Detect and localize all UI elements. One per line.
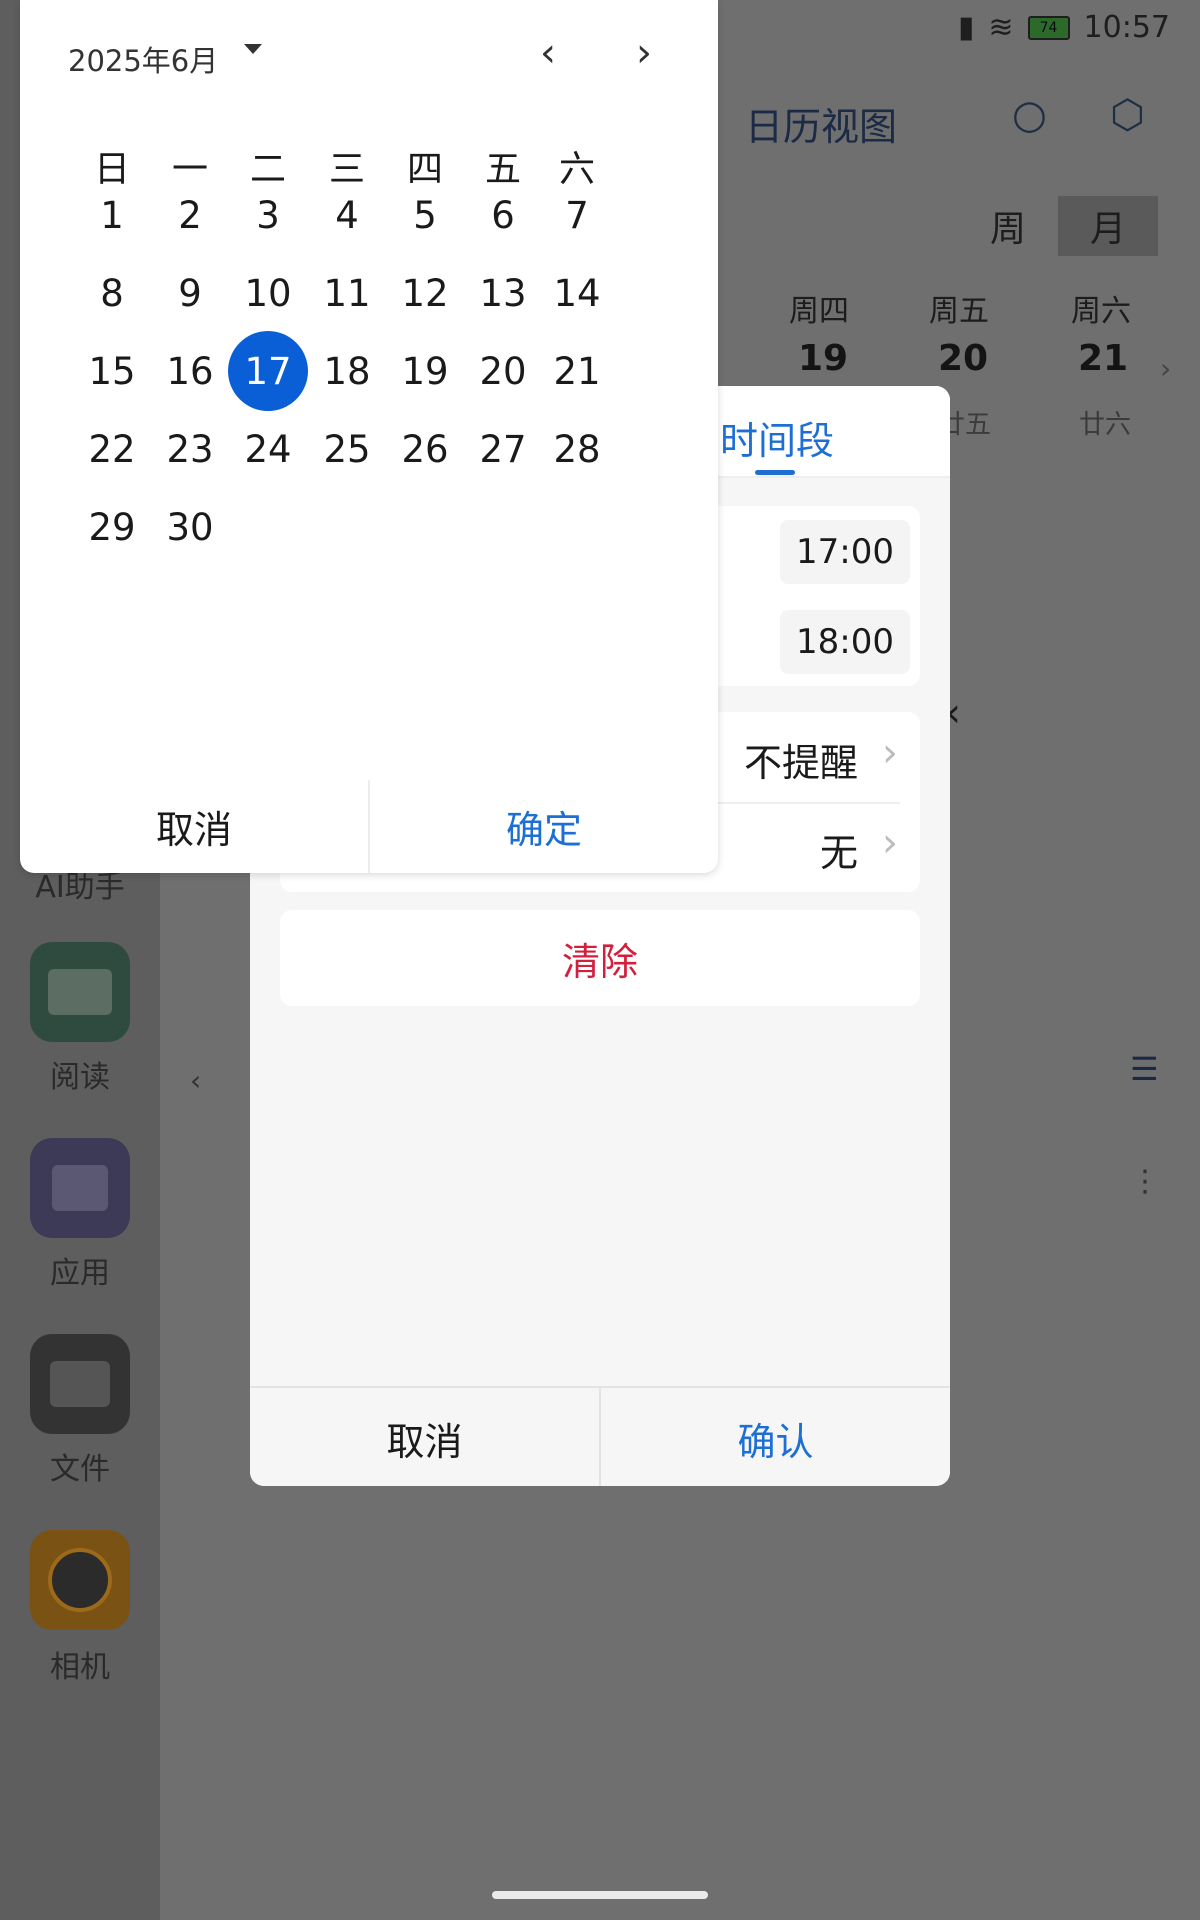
day-cell[interactable]: 18 — [307, 331, 387, 411]
next-month-icon[interactable]: › — [636, 30, 652, 76]
sort-icon[interactable]: ☰ — [1130, 1050, 1159, 1088]
picker-confirm-button[interactable]: 确定 — [370, 780, 718, 873]
view-toggle: 周 月 — [958, 196, 1158, 256]
weekday-label: 周四 — [789, 294, 849, 329]
calendar-view-title: 日历视图 — [745, 105, 898, 149]
week-toggle-button[interactable]: 周 — [958, 196, 1058, 256]
dialog-button-bar: 取消 确认 — [250, 1386, 950, 1486]
camera-icon[interactable] — [30, 1530, 130, 1630]
tab-time-range[interactable]: 时间段 — [720, 410, 834, 465]
dialog-confirm-button[interactable]: 确认 — [601, 1388, 950, 1486]
book-icon[interactable] — [30, 942, 130, 1042]
dialog-cancel-button[interactable]: 取消 — [250, 1388, 601, 1486]
day-cell[interactable]: 28 — [537, 409, 617, 489]
day-cell[interactable]: 29 — [72, 487, 152, 567]
search-icon[interactable]: ○ — [1012, 92, 1047, 138]
weekday-label: 周五 — [929, 294, 989, 329]
month-toggle-button[interactable]: 月 — [1058, 196, 1158, 256]
day-cell[interactable]: 16 — [150, 331, 230, 411]
day-cell[interactable]: 2 — [150, 175, 230, 255]
tab-indicator — [755, 470, 795, 475]
day-cell[interactable]: 10 — [228, 253, 308, 333]
day-cell[interactable]: 23 — [150, 409, 230, 489]
signal-icon: ▮ — [957, 10, 975, 45]
day-cell[interactable]: 4 — [307, 175, 387, 255]
day-cell[interactable]: 14 — [537, 253, 617, 333]
day-cell[interactable]: 22 — [72, 409, 152, 489]
status-bar: ▮ ≋ 74 10:57 — [958, 10, 1170, 45]
day-cell[interactable]: 26 — [385, 409, 465, 489]
clear-button[interactable]: 清除 — [280, 910, 920, 1006]
wifi-icon: ≋ — [988, 10, 1014, 45]
day-cell[interactable]: 5 — [385, 175, 465, 255]
day-number[interactable]: 20 — [918, 338, 1008, 379]
more-icon[interactable]: ⋮ — [1130, 1164, 1160, 1199]
day-number[interactable]: 21 — [1058, 338, 1148, 379]
day-cell[interactable]: 1 — [72, 175, 152, 255]
collapse-icon[interactable]: ‹ — [190, 1064, 201, 1097]
day-cell[interactable]: 30 — [150, 487, 230, 567]
day-cell[interactable]: 27 — [463, 409, 543, 489]
day-cell[interactable]: 13 — [463, 253, 543, 333]
picker-button-bar: 取消 确定 — [20, 780, 718, 873]
day-cell[interactable]: 15 — [72, 331, 152, 411]
dock-label-apps[interactable]: 应用 — [15, 1248, 145, 1292]
day-cell[interactable]: 25 — [307, 409, 387, 489]
settings-icon[interactable]: ⬡ — [1110, 92, 1145, 138]
day-cell[interactable]: 21 — [537, 331, 617, 411]
prev-month-icon[interactable]: ‹ — [540, 30, 556, 76]
day-cell[interactable]: 8 — [72, 253, 152, 333]
home-indicator[interactable] — [492, 1891, 708, 1899]
day-cell[interactable]: 20 — [463, 331, 543, 411]
month-label[interactable]: 2025年6月 — [68, 38, 218, 80]
dock-label-reading[interactable]: 阅读 — [15, 1052, 145, 1096]
status-time: 10:57 — [1083, 10, 1170, 45]
date-picker: 2025年6月 ‹ › 日一二三四五六 1 2 3 4 5 6 7 8 9 10 11 12 13 14 1… — [20, 0, 718, 873]
reminder-value: 不提醒 — [743, 741, 858, 785]
day-cell[interactable]: 24 — [228, 409, 308, 489]
chevron-right-icon[interactable]: › — [1160, 352, 1171, 385]
bag-icon[interactable] — [30, 1138, 130, 1238]
day-cell[interactable]: 11 — [307, 253, 387, 333]
repeat-value: 无 — [819, 831, 858, 875]
dock-label-files[interactable]: 文件 — [15, 1444, 145, 1488]
selected-day-cell[interactable]: 17 — [228, 331, 308, 411]
lunar-date: 廿六 — [1078, 410, 1131, 440]
day-cell[interactable]: 6 — [463, 175, 543, 255]
chevron-right-icon: › — [882, 820, 898, 866]
end-time-field[interactable]: 18:00 — [780, 610, 910, 674]
day-cell[interactable]: 7 — [537, 175, 617, 255]
battery-icon: 74 — [1027, 15, 1070, 40]
start-time-field[interactable]: 17:00 — [780, 520, 910, 584]
dropdown-arrow-icon[interactable] — [244, 44, 262, 54]
chevron-right-icon: › — [882, 730, 898, 776]
day-cell[interactable]: 3 — [228, 175, 308, 255]
folder-icon[interactable] — [30, 1334, 130, 1434]
dock-label-camera[interactable]: 相机 — [15, 1642, 145, 1686]
weekday-label: 周六 — [1071, 294, 1131, 329]
day-cell[interactable]: 19 — [385, 331, 465, 411]
picker-cancel-button[interactable]: 取消 — [20, 780, 370, 873]
day-cell[interactable]: 9 — [150, 253, 230, 333]
day-number[interactable]: 19 — [778, 338, 868, 379]
day-cell[interactable]: 12 — [385, 253, 465, 333]
